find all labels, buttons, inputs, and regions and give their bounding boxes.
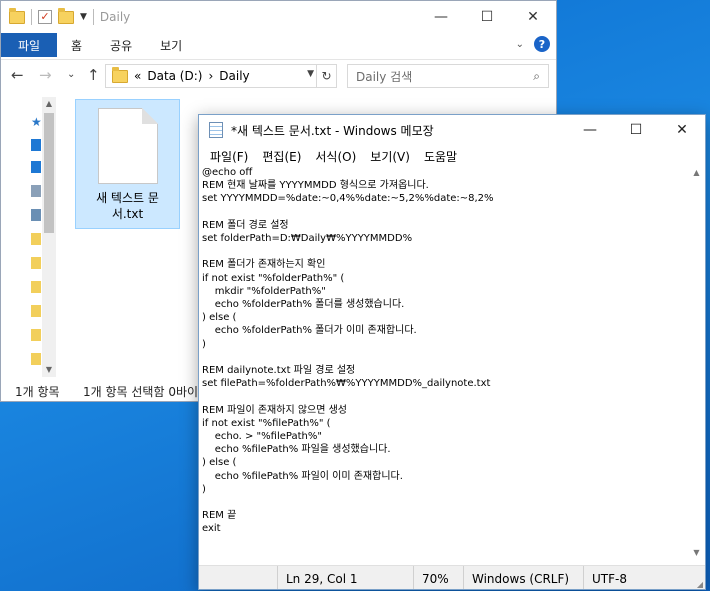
notepad-titlebar[interactable]: *새 텍스트 문서.txt - Windows 메모장 — ☐ ✕ xyxy=(199,115,705,145)
expand-ribbon-icon[interactable]: ⌄ xyxy=(516,39,524,50)
scroll-up-icon[interactable]: ▲ xyxy=(688,168,705,177)
ribbon-tabs: 파일 홈 공유 보기 ⌄ ? xyxy=(1,33,556,57)
resize-grip-icon[interactable]: ◢ xyxy=(697,580,703,589)
cursor-position: Ln 29, Col 1 xyxy=(277,565,413,589)
explorer-titlebar[interactable]: ✓ ▼ Daily — ☐ ✕ xyxy=(1,1,556,33)
menu-view[interactable]: 보기(V) xyxy=(363,148,417,165)
help-icon[interactable]: ? xyxy=(534,36,550,52)
file-name: 새 텍스트 문서.txt xyxy=(96,191,159,221)
scroll-up-icon[interactable]: ▲ xyxy=(42,99,56,108)
search-input[interactable]: Daily 검색 ⌕ xyxy=(347,64,549,88)
folder-icon[interactable] xyxy=(31,305,41,317)
tab-share[interactable]: 공유 xyxy=(96,37,146,54)
text-editor[interactable]: @echo off REM 현재 날짜를 YYYYMMDD 형식으로 가져옵니다… xyxy=(201,166,685,562)
menu-bar: 파일(F) 편집(E) 서식(O) 보기(V) 도움말 xyxy=(199,145,705,167)
file-item[interactable]: 새 텍스트 문서.txt xyxy=(75,99,180,229)
address-dropdown-icon[interactable]: ▼ xyxy=(307,69,314,79)
tab-home[interactable]: 홈 xyxy=(57,37,96,54)
window-title: *새 텍스트 문서.txt - Windows 메모장 xyxy=(231,123,434,138)
documents-icon[interactable] xyxy=(31,185,41,197)
pictures-icon[interactable] xyxy=(31,209,41,221)
downloads-icon[interactable] xyxy=(31,161,41,173)
back-icon[interactable]: ← xyxy=(11,66,24,84)
quick-access-toolbar: ✓ ▼ xyxy=(1,7,94,25)
nav-scroll-thumb[interactable] xyxy=(44,113,54,233)
folder-icon xyxy=(9,7,25,24)
maximize-button[interactable]: ☐ xyxy=(613,115,659,145)
folder-icon[interactable] xyxy=(31,233,41,245)
desktop-icon[interactable] xyxy=(31,139,41,151)
line-ending: Windows (CRLF) xyxy=(463,565,583,589)
properties-icon[interactable]: ✓ xyxy=(38,10,52,24)
breadcrumb-folder[interactable]: Daily xyxy=(219,69,249,83)
maximize-button[interactable]: ☐ xyxy=(464,1,510,33)
menu-help[interactable]: 도움말 xyxy=(417,148,464,165)
window-controls: — ☐ ✕ xyxy=(567,115,705,145)
search-icon: ⌕ xyxy=(533,69,540,83)
qat-separator xyxy=(31,9,32,25)
refresh-icon[interactable]: ↻ xyxy=(316,65,336,87)
folder-icon[interactable] xyxy=(31,329,41,341)
close-button[interactable]: ✕ xyxy=(510,1,556,33)
scroll-down-icon[interactable]: ▼ xyxy=(688,548,705,557)
search-placeholder: Daily 검색 xyxy=(356,69,413,84)
qat-dropdown-icon[interactable]: ▼ xyxy=(80,12,87,22)
selection-info: 1개 항목 선택함 0바이트 xyxy=(83,384,210,399)
address-row: ← → ⌄ ↑ « Data (D:) › Daily ▼ ↻ Daily 검색… xyxy=(1,59,556,91)
ribbon-right: ⌄ ? xyxy=(516,36,550,52)
breadcrumb-separator[interactable]: › xyxy=(208,69,213,83)
breadcrumb-overflow[interactable]: « xyxy=(134,69,141,83)
notepad-statusbar: Ln 29, Col 1 70% Windows (CRLF) UTF-8 ◢ xyxy=(199,565,705,589)
up-icon[interactable]: ↑ xyxy=(87,66,100,84)
folder-icon[interactable] xyxy=(31,257,41,269)
nav-scrollbar[interactable]: ▲ ▼ xyxy=(42,97,56,377)
folder-icon[interactable] xyxy=(31,281,41,293)
editor-scrollbar[interactable]: ▲ ▼ xyxy=(688,166,705,562)
qat-separator-2 xyxy=(92,9,94,25)
navigation-pane[interactable]: ★ ▲ ▼ xyxy=(1,91,61,377)
minimize-button[interactable]: — xyxy=(418,1,464,33)
tab-view[interactable]: 보기 xyxy=(146,37,196,54)
close-button[interactable]: ✕ xyxy=(659,115,705,145)
scroll-down-icon[interactable]: ▼ xyxy=(42,365,56,374)
folder-icon xyxy=(112,66,128,83)
window-controls: — ☐ ✕ xyxy=(418,1,556,33)
encoding: UTF-8 xyxy=(583,565,703,589)
notepad-window: *새 텍스트 문서.txt - Windows 메모장 — ☐ ✕ 파일(F) … xyxy=(198,114,706,590)
folder-icon[interactable] xyxy=(31,353,41,365)
zoom-level: 70% xyxy=(413,565,463,589)
address-bar[interactable]: « Data (D:) › Daily ▼ ↻ xyxy=(105,64,337,88)
recent-locations-icon[interactable]: ⌄ xyxy=(67,69,75,80)
tab-file[interactable]: 파일 xyxy=(1,33,57,57)
window-title: Daily xyxy=(99,10,131,24)
menu-format[interactable]: 서식(O) xyxy=(308,148,363,165)
menu-edit[interactable]: 편집(E) xyxy=(255,148,308,165)
notepad-icon xyxy=(209,122,223,138)
minimize-button[interactable]: — xyxy=(567,115,613,145)
item-count: 1개 항목 xyxy=(15,384,60,399)
forward-icon[interactable]: → xyxy=(39,66,52,84)
breadcrumb-drive[interactable]: Data (D:) xyxy=(147,69,202,83)
new-folder-icon[interactable] xyxy=(58,7,74,24)
menu-file[interactable]: 파일(F) xyxy=(203,148,255,165)
text-file-icon xyxy=(97,108,158,184)
